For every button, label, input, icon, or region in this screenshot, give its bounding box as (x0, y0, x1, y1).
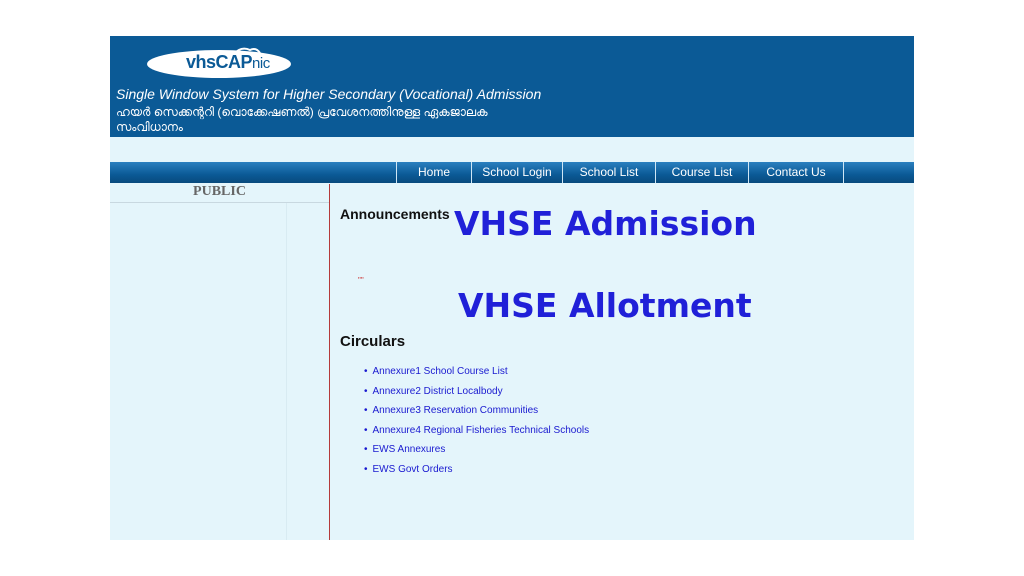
nav-course-list[interactable]: Course List (655, 162, 748, 183)
announcements-heading: Announcements (340, 206, 450, 222)
sidebar: PUBLIC (110, 184, 330, 540)
main-content: Announcements VHSE Admission "" VHSE All… (340, 184, 910, 540)
sidebar-title: PUBLIC (110, 184, 329, 203)
circular-link-annexure2[interactable]: Annexure2 District Localbody (364, 386, 589, 406)
nav-school-list[interactable]: School List (562, 162, 655, 183)
circular-link-annexure4[interactable]: Annexure4 Regional Fisheries Technical S… (364, 425, 590, 445)
overlay-vhse-allotment: VHSE Allotment (458, 286, 752, 325)
circular-link-ews-govt-orders[interactable]: EWS Govt Orders (364, 464, 589, 484)
nav-home[interactable]: Home (396, 162, 471, 183)
overlay-vhse-admission: VHSE Admission (454, 204, 757, 243)
circulars-list: Annexure1 School Course List Annexure2 D… (364, 366, 590, 484)
nav-school-login[interactable]: School Login (471, 162, 562, 183)
nav-contact-us[interactable]: Contact Us (748, 162, 844, 183)
announcement-marker: "" (358, 276, 364, 285)
circular-link-ews-annexures[interactable]: EWS Annexures (364, 444, 589, 464)
tagline-english: Single Window System for Higher Secondar… (116, 86, 542, 102)
logo-wordmark: vhsCAPnic (186, 52, 270, 72)
circular-link-annexure3[interactable]: Annexure3 Reservation Communities (364, 405, 589, 425)
circulars-heading: Circulars (340, 333, 406, 350)
tagline-malayalam: ഹയർ സെക്കന്ററി (വൊക്കേഷണൽ) പ്രവേശനത്തിനു… (116, 105, 488, 134)
page-frame: vhsCAPnic Single Window System for Highe… (110, 36, 914, 540)
circular-link-annexure1[interactable]: Annexure1 School Course List (364, 366, 589, 386)
site-header: vhsCAPnic Single Window System for Highe… (110, 36, 914, 137)
sidebar-divider (286, 203, 287, 540)
main-nav: Home School Login School List Course Lis… (110, 162, 914, 183)
